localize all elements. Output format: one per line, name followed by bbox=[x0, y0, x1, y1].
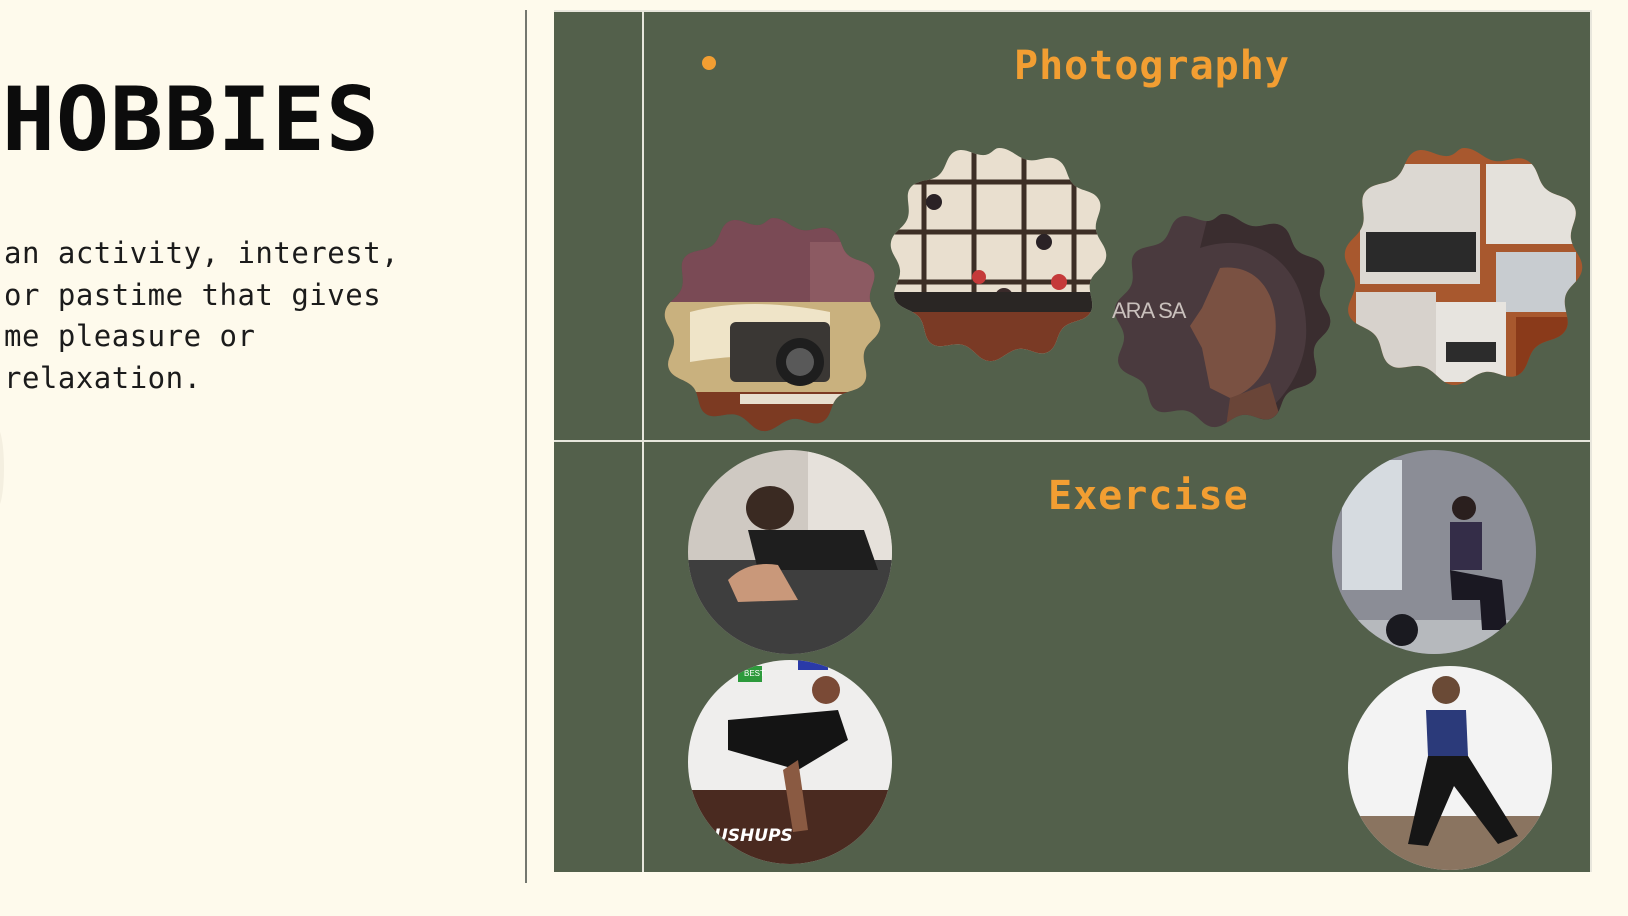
pushup-caption: USHUPS bbox=[714, 826, 793, 846]
camera-on-books-photo bbox=[660, 212, 886, 438]
lunge-exercise-photo bbox=[1348, 666, 1552, 870]
page-title: HOBBIES bbox=[2, 68, 380, 171]
exercise-title: Exercise bbox=[1048, 473, 1249, 519]
window-ornaments-photo bbox=[884, 142, 1114, 372]
portrait-profile-photo: ARA SA bbox=[1110, 208, 1336, 434]
photography-title: Photography bbox=[1014, 43, 1290, 89]
edge-decoration bbox=[0, 428, 4, 508]
pushup-exercise-photo: BEST USHUPS bbox=[688, 660, 892, 864]
hobby-definition: an activity, interest, or pastime that g… bbox=[4, 236, 400, 395]
portrait-caption: ARA SA bbox=[1112, 298, 1186, 323]
squat-exercise-photo bbox=[1332, 450, 1536, 654]
vertical-divider bbox=[525, 10, 527, 883]
pushup-badge: BEST bbox=[744, 669, 765, 678]
cafe-collage-photo bbox=[1336, 142, 1592, 398]
bullet-icon bbox=[702, 56, 716, 70]
intro-panel: HOBBIES an activity, interest, or pastim… bbox=[0, 0, 520, 916]
plank-exercise-photo bbox=[688, 450, 892, 654]
board-column-rule bbox=[642, 12, 644, 872]
board-row-rule bbox=[554, 440, 1590, 442]
hobbies-board: Photography ARA SA Exercise BEST USHUPS bbox=[554, 10, 1592, 872]
